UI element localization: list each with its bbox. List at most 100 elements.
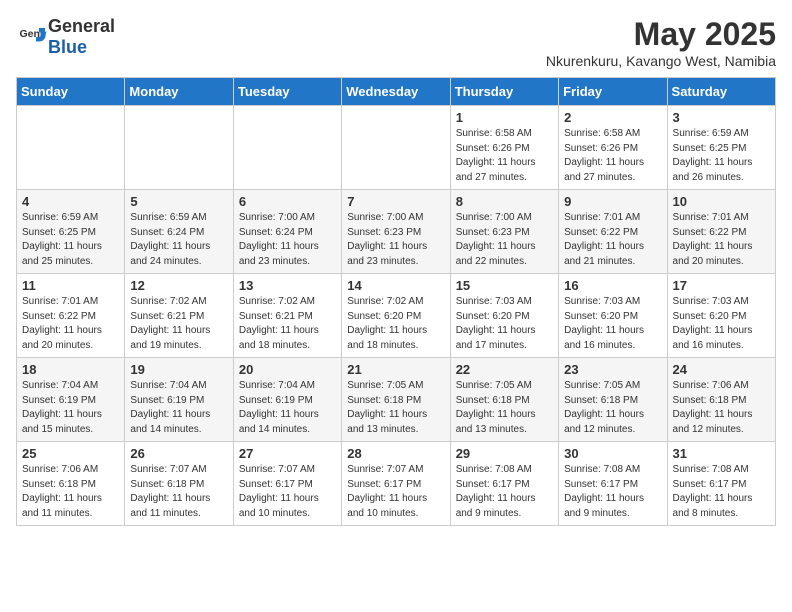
calendar-cell: 7Sunrise: 7:00 AMSunset: 6:23 PMDaylight…	[342, 190, 450, 274]
calendar-cell: 15Sunrise: 7:03 AMSunset: 6:20 PMDayligh…	[450, 274, 558, 358]
day-info: Sunrise: 6:59 AMSunset: 6:25 PMDaylight:…	[673, 127, 770, 185]
logo: Gen General Blue	[16, 16, 115, 58]
day-info: Sunrise: 6:59 AMSunset: 6:25 PMDaylight:…	[22, 211, 119, 269]
day-number: 13	[239, 278, 336, 293]
day-number: 31	[673, 446, 770, 461]
calendar-title: May 2025	[546, 16, 776, 53]
logo-icon: Gen	[18, 22, 48, 52]
calendar-cell: 27 Sunrise: 7:07 AMSunset: 6:17 PMDayligh…	[233, 442, 341, 526]
calendar-cell: 11 Sunrise: 7:01 AMSunset: 6:22 PMDayligh…	[17, 274, 125, 358]
day-number: 19	[130, 362, 227, 377]
day-info: Sunrise: 7:02 AMSunset: 6:21 PMDaylight:…	[130, 295, 227, 353]
calendar-cell: 24 Sunrise: 7:06 AMSunset: 6:18 PMDayligh…	[667, 358, 775, 442]
calendar-cell: 31 Sunrise: 7:08 AMSunset: 6:17 PMDayligh…	[667, 442, 775, 526]
calendar-cell	[125, 106, 233, 190]
day-number: 17	[673, 278, 770, 293]
week-row-3: 11 Sunrise: 7:01 AMSunset: 6:22 PMDayligh…	[17, 274, 776, 358]
day-info: Sunrise: 7:06 AMSunset: 6:18 PMDaylight:…	[22, 463, 119, 521]
week-row-2: 4 Sunrise: 6:59 AMSunset: 6:25 PMDaylight…	[17, 190, 776, 274]
calendar-cell: 8Sunrise: 7:00 AMSunset: 6:23 PMDaylight…	[450, 190, 558, 274]
week-row-4: 18Sunrise: 7:04 AMSunset: 6:19 PMDayligh…	[17, 358, 776, 442]
weekday-header-tuesday: Tuesday	[233, 78, 341, 106]
calendar-cell: 23 Sunrise: 7:05 AMSunset: 6:18 PMDayligh…	[559, 358, 667, 442]
calendar-cell: 1 Sunrise: 6:58 AMSunset: 6:26 PMDaylight…	[450, 106, 558, 190]
logo-general-text: General	[48, 16, 115, 36]
calendar-cell	[17, 106, 125, 190]
day-number: 26	[130, 446, 227, 461]
day-info: Sunrise: 6:58 AMSunset: 6:26 PMDaylight:…	[564, 127, 661, 185]
calendar-cell: 19 Sunrise: 7:04 AMSunset: 6:19 PMDayligh…	[125, 358, 233, 442]
day-info: Sunrise: 7:05 AMSunset: 6:18 PMDaylight:…	[347, 379, 444, 437]
day-number: 27	[239, 446, 336, 461]
day-info: Sunrise: 7:07 AMSunset: 6:17 PMDaylight:…	[239, 463, 336, 521]
day-number: 8	[456, 194, 553, 209]
day-number: 11	[22, 278, 119, 293]
day-info: Sunrise: 6:59 AMSunset: 6:24 PMDaylight:…	[130, 211, 227, 269]
calendar-cell: 2 Sunrise: 6:58 AMSunset: 6:26 PMDaylight…	[559, 106, 667, 190]
calendar-cell: 28Sunrise: 7:07 AMSunset: 6:17 PMDayligh…	[342, 442, 450, 526]
day-number: 21	[347, 362, 444, 377]
day-number: 20	[239, 362, 336, 377]
day-info: Sunrise: 7:05 AMSunset: 6:18 PMDaylight:…	[564, 379, 661, 437]
calendar-cell: 16Sunrise: 7:03 AMSunset: 6:20 PMDayligh…	[559, 274, 667, 358]
day-info: Sunrise: 7:04 AMSunset: 6:19 PMDaylight:…	[239, 379, 336, 437]
day-number: 30	[564, 446, 661, 461]
day-info: Sunrise: 7:00 AMSunset: 6:24 PMDaylight:…	[239, 211, 336, 269]
logo-blue-text: Blue	[48, 37, 87, 57]
day-number: 25	[22, 446, 119, 461]
day-info: Sunrise: 7:03 AMSunset: 6:20 PMDaylight:…	[673, 295, 770, 353]
weekday-header-thursday: Thursday	[450, 78, 558, 106]
weekday-header-sunday: Sunday	[17, 78, 125, 106]
calendar-location: Nkurenkuru, Kavango West, Namibia	[546, 53, 776, 69]
day-info: Sunrise: 6:58 AMSunset: 6:26 PMDaylight:…	[456, 127, 553, 185]
calendar-cell: 13 Sunrise: 7:02 AMSunset: 6:21 PMDayligh…	[233, 274, 341, 358]
calendar-cell: 29 Sunrise: 7:08 AMSunset: 6:17 PMDayligh…	[450, 442, 558, 526]
calendar-cell: 10 Sunrise: 7:01 AMSunset: 6:22 PMDayligh…	[667, 190, 775, 274]
day-number: 4	[22, 194, 119, 209]
calendar-cell: 20 Sunrise: 7:04 AMSunset: 6:19 PMDayligh…	[233, 358, 341, 442]
day-number: 10	[673, 194, 770, 209]
day-number: 23	[564, 362, 661, 377]
weekday-header-saturday: Saturday	[667, 78, 775, 106]
calendar-cell: 5 Sunrise: 6:59 AMSunset: 6:24 PMDaylight…	[125, 190, 233, 274]
day-info: Sunrise: 7:04 AMSunset: 6:19 PMDaylight:…	[130, 379, 227, 437]
weekday-header-wednesday: Wednesday	[342, 78, 450, 106]
day-info: Sunrise: 7:06 AMSunset: 6:18 PMDaylight:…	[673, 379, 770, 437]
day-number: 1	[456, 110, 553, 125]
calendar-cell: 9Sunrise: 7:01 AMSunset: 6:22 PMDaylight…	[559, 190, 667, 274]
calendar-cell: 4 Sunrise: 6:59 AMSunset: 6:25 PMDaylight…	[17, 190, 125, 274]
calendar-cell	[233, 106, 341, 190]
day-number: 14	[347, 278, 444, 293]
calendar-cell: 30 Sunrise: 7:08 AMSunset: 6:17 PMDayligh…	[559, 442, 667, 526]
day-info: Sunrise: 7:01 AMSunset: 6:22 PMDaylight:…	[673, 211, 770, 269]
weekday-header-friday: Friday	[559, 78, 667, 106]
page-header: Gen General Blue May 2025 Nkurenkuru, Ka…	[16, 16, 776, 69]
day-info: Sunrise: 7:04 AMSunset: 6:19 PMDaylight:…	[22, 379, 119, 437]
day-number: 29	[456, 446, 553, 461]
day-number: 12	[130, 278, 227, 293]
calendar-cell: 12 Sunrise: 7:02 AMSunset: 6:21 PMDayligh…	[125, 274, 233, 358]
day-number: 2	[564, 110, 661, 125]
day-info: Sunrise: 7:01 AMSunset: 6:22 PMDaylight:…	[564, 211, 661, 269]
day-number: 24	[673, 362, 770, 377]
day-info: Sunrise: 7:02 AMSunset: 6:21 PMDaylight:…	[239, 295, 336, 353]
day-info: Sunrise: 7:08 AMSunset: 6:17 PMDaylight:…	[673, 463, 770, 521]
weekday-header-row: SundayMondayTuesdayWednesdayThursdayFrid…	[17, 78, 776, 106]
day-info: Sunrise: 7:03 AMSunset: 6:20 PMDaylight:…	[456, 295, 553, 353]
calendar-table: SundayMondayTuesdayWednesdayThursdayFrid…	[16, 77, 776, 526]
day-number: 6	[239, 194, 336, 209]
day-info: Sunrise: 7:01 AMSunset: 6:22 PMDaylight:…	[22, 295, 119, 353]
day-info: Sunrise: 7:00 AMSunset: 6:23 PMDaylight:…	[347, 211, 444, 269]
week-row-1: 1 Sunrise: 6:58 AMSunset: 6:26 PMDaylight…	[17, 106, 776, 190]
calendar-cell: 3Sunrise: 6:59 AMSunset: 6:25 PMDaylight…	[667, 106, 775, 190]
day-info: Sunrise: 7:08 AMSunset: 6:17 PMDaylight:…	[564, 463, 661, 521]
day-number: 5	[130, 194, 227, 209]
calendar-cell: 17 Sunrise: 7:03 AMSunset: 6:20 PMDayligh…	[667, 274, 775, 358]
calendar-cell: 6 Sunrise: 7:00 AMSunset: 6:24 PMDaylight…	[233, 190, 341, 274]
day-info: Sunrise: 7:08 AMSunset: 6:17 PMDaylight:…	[456, 463, 553, 521]
calendar-cell: 14 Sunrise: 7:02 AMSunset: 6:20 PMDayligh…	[342, 274, 450, 358]
calendar-cell: 25 Sunrise: 7:06 AMSunset: 6:18 PMDayligh…	[17, 442, 125, 526]
day-info: Sunrise: 7:02 AMSunset: 6:20 PMDaylight:…	[347, 295, 444, 353]
day-info: Sunrise: 7:07 AMSunset: 6:18 PMDaylight:…	[130, 463, 227, 521]
calendar-cell: 21 Sunrise: 7:05 AMSunset: 6:18 PMDayligh…	[342, 358, 450, 442]
